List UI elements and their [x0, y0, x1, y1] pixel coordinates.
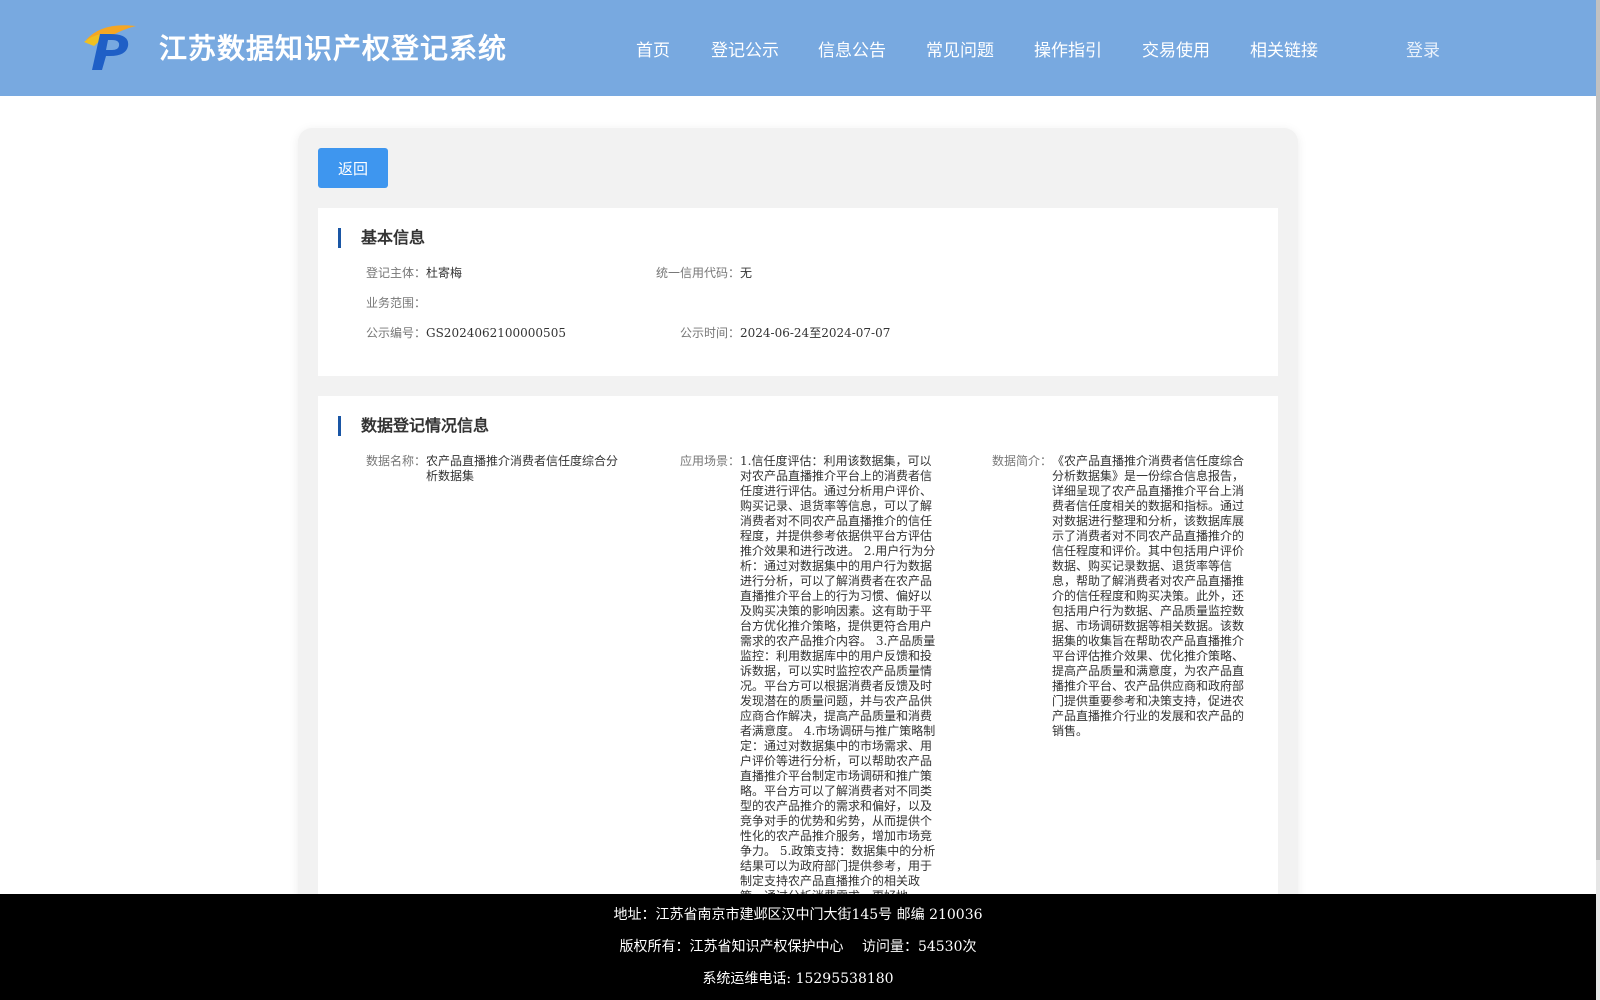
nav-trade-use[interactable]: 交易使用 — [1142, 36, 1210, 61]
field-value: 无 — [740, 266, 753, 280]
top-header: 江苏数据知识产权登记系统 首页 登记公示 信息公告 常见问题 操作指引 交易使用… — [0, 0, 1596, 96]
field-label: 数据简介： — [991, 454, 1052, 468]
field-label: 公示时间： — [679, 326, 740, 340]
field-value: 2024-06-24至2024-07-07 — [740, 326, 891, 340]
section-title-data: 数据登记情况信息 — [338, 416, 489, 436]
footer-copyright: 版权所有：江苏省知识产权保护中心 访问量：54530次 — [619, 939, 977, 955]
field-label: 统一信用代码： — [655, 266, 740, 280]
site-title: 江苏数据知识产权登记系统 — [159, 32, 508, 65]
login-link[interactable]: 登录 — [1406, 36, 1440, 61]
section-title-basic: 基本信息 — [338, 228, 425, 248]
detail-card: 返回 基本信息 登记主体： 杜寄梅 统一信用代码： 无 业务范围： 公示编号： … — [298, 128, 1298, 916]
nav-info-announcement[interactable]: 信息公告 — [818, 36, 886, 61]
nav-related-links[interactable]: 相关链接 — [1250, 36, 1318, 61]
field-label: 公示编号： — [365, 326, 426, 340]
footer-phone: 系统运维电话: 15295538180 — [702, 971, 894, 987]
field-value: 杜寄梅 — [426, 266, 463, 280]
nav-registration-notice[interactable]: 登记公示 — [711, 36, 779, 61]
field-label: 业务范围： — [365, 296, 426, 310]
data-registration-panel: 数据登记情况信息 数据名称： 农产品直播推介消费者信任度综合分析数据集 应用场景… — [318, 396, 1278, 916]
field-value: 《农产品直播推介消费者信任度综合分析数据集》是一份综合信息报告，详细呈现了农产品… — [1052, 454, 1245, 738]
field-label: 应用场景： — [679, 454, 740, 468]
field-value: 农产品直播推介消费者信任度综合分析数据集 — [426, 454, 619, 483]
field-value: 1.信任度评估：利用该数据集，可以对农产品直播推介平台上的消费者信任度进行评估。… — [740, 454, 936, 903]
scrollbar-thumb[interactable] — [1596, 0, 1600, 860]
footer-address: 地址：江苏省南京市建邺区汉中门大街145号 邮编 210036 — [613, 907, 983, 923]
page-footer: 地址：江苏省南京市建邺区汉中门大街145号 邮编 210036 版权所有：江苏省… — [0, 894, 1596, 1000]
field-label: 数据名称： — [365, 454, 426, 468]
nav-faq[interactable]: 常见问题 — [926, 36, 994, 61]
back-button[interactable]: 返回 — [318, 148, 388, 188]
logo-icon[interactable] — [80, 20, 140, 72]
basic-info-panel: 基本信息 登记主体： 杜寄梅 统一信用代码： 无 业务范围： 公示编号： GS2… — [318, 208, 1278, 376]
field-label: 登记主体： — [365, 266, 426, 280]
nav-guide[interactable]: 操作指引 — [1034, 36, 1102, 61]
nav-home[interactable]: 首页 — [636, 36, 670, 61]
